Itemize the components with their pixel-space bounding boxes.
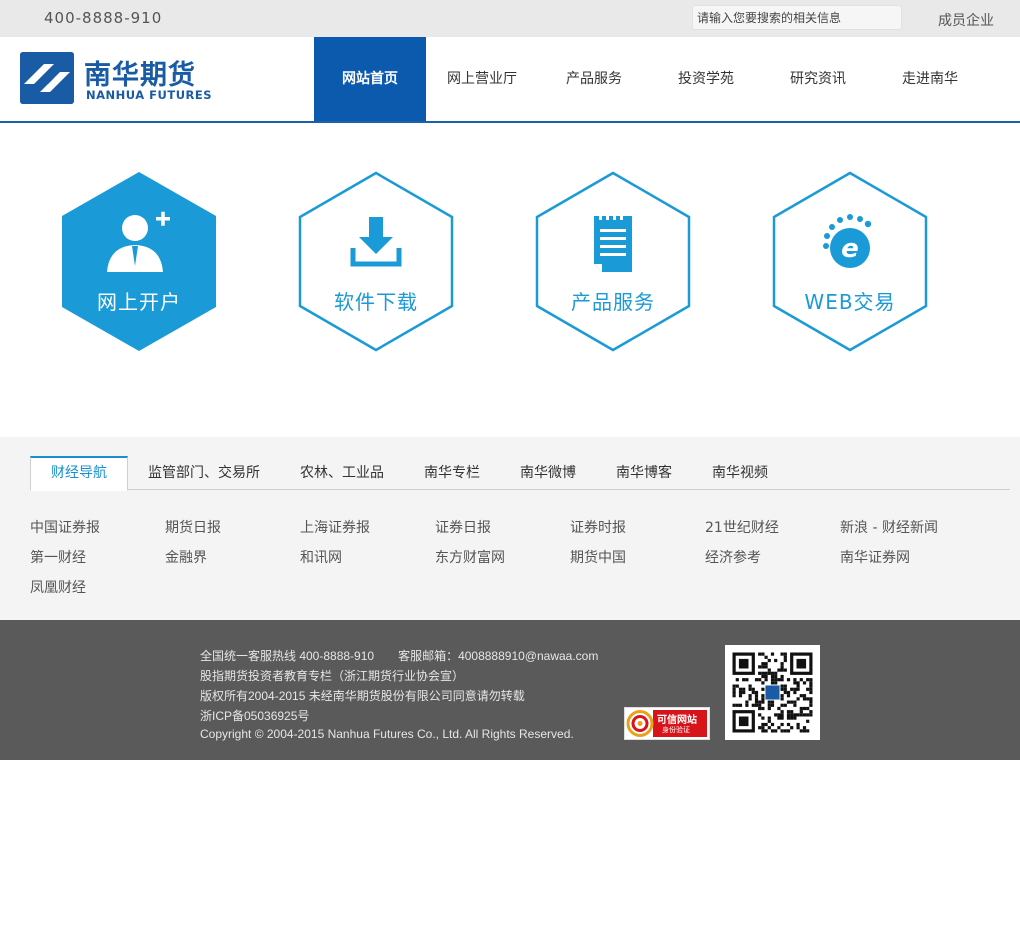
search-input[interactable]	[693, 6, 901, 29]
nav-academy[interactable]: 投资学苑	[650, 37, 762, 121]
tile-label: 产品服务	[571, 290, 655, 314]
download-icon	[336, 210, 416, 274]
logo[interactable]: 南华期货 NANHUA FUTURES	[20, 51, 213, 107]
tab-nanhua-blog[interactable]: 南华博客	[616, 456, 672, 490]
nav-products[interactable]: 产品服务	[538, 37, 650, 121]
tile-label: WEB交易	[804, 290, 896, 314]
footer-copyright-en: Copyright © 2004-2015 Nanhua Futures Co.…	[200, 727, 574, 741]
brand-name-cn: 南华期货	[84, 60, 196, 91]
nav-home[interactable]: 网站首页	[314, 37, 426, 121]
user-add-icon	[99, 210, 179, 274]
site-footer: 全国统一客服热线 400-8888-910 客服邮箱：4008888910@na…	[0, 620, 1020, 760]
footer-copyright-cn: 版权所有2004-2015 未经南华期货股份有限公司同意请勿转载	[200, 689, 525, 703]
tile-label: 软件下载	[334, 290, 418, 314]
link-item[interactable]: 中国证券报	[30, 517, 100, 537]
tile-web-trade[interactable]: e WEB交易	[770, 170, 930, 353]
links-panel: 财经导航 监管部门、交易所 农林、工业品 南华专栏 南华微博 南华博客 南华视频…	[0, 437, 1020, 620]
tab-nanhua-weibo[interactable]: 南华微博	[520, 456, 576, 490]
top-bar: 400-8888-910 成员企业	[0, 0, 1020, 37]
hotline-number: 400-8888-910	[44, 9, 163, 27]
link-item[interactable]: 上海证券报	[300, 517, 370, 537]
links-tabs: 财经导航 监管部门、交易所 农林、工业品 南华专栏 南华微博 南华博客 南华视频	[30, 456, 1010, 491]
link-item[interactable]: 东方财富网	[435, 547, 505, 567]
badge-text: 可信网站	[657, 715, 697, 726]
nav-about[interactable]: 走进南华	[874, 37, 986, 121]
link-item[interactable]: 期货中国	[570, 547, 626, 567]
tile-open-account[interactable]: 网上开户	[59, 170, 219, 353]
member-companies-link[interactable]: 成员企业	[938, 10, 994, 30]
footer-icp[interactable]: 浙ICP备05036925号	[200, 707, 309, 724]
link-item[interactable]: 凤凰财经	[30, 577, 86, 597]
tile-label: 网上开户	[97, 290, 181, 314]
link-item[interactable]: 新浪 - 财经新闻	[840, 517, 938, 537]
svg-text:e: e	[841, 234, 859, 264]
site-header: 南华期货 NANHUA FUTURES 网站首页 网上营业厅 产品服务 投资学苑…	[0, 37, 1020, 123]
link-item[interactable]: 和讯网	[300, 547, 342, 567]
link-item[interactable]: 金融界	[165, 547, 207, 567]
logo-mark-icon	[20, 52, 74, 104]
notepad-icon	[573, 210, 653, 274]
link-item[interactable]: 21世纪财经	[705, 517, 779, 537]
nav-research[interactable]: 研究资讯	[762, 37, 874, 121]
badge-subtext: 身份验证	[662, 726, 690, 734]
tab-nanhua-video[interactable]: 南华视频	[712, 456, 768, 490]
trusted-site-badge[interactable]: 可信网站 身份验证	[624, 707, 710, 740]
tab-regulators[interactable]: 监管部门、交易所	[148, 456, 260, 490]
footer-education-link[interactable]: 股指期货投资者教育专栏（浙江期货行业协会宣）	[200, 667, 464, 684]
nav-online-hall[interactable]: 网上营业厅	[426, 37, 538, 121]
tab-nanhua-column[interactable]: 南华专栏	[424, 456, 480, 490]
footer-contact: 全国统一客服热线 400-8888-910 客服邮箱：4008888910@na…	[200, 649, 599, 663]
tab-finance-nav[interactable]: 财经导航	[30, 456, 128, 491]
link-item[interactable]: 证券日报	[435, 517, 491, 537]
web-e-icon: e	[810, 210, 890, 274]
link-item[interactable]: 期货日报	[165, 517, 221, 537]
link-item[interactable]: 证券时报	[570, 517, 626, 537]
brand-name-en: NANHUA FUTURES	[86, 88, 213, 102]
tile-product-service[interactable]: 产品服务	[533, 170, 693, 353]
main-nav: 网站首页 网上营业厅 产品服务 投资学苑 研究资讯 走进南华	[314, 37, 986, 121]
link-item[interactable]: 第一财经	[30, 547, 86, 567]
qr-code	[725, 645, 820, 740]
tab-agri-industrial[interactable]: 农林、工业品	[300, 456, 384, 490]
search-box[interactable]	[692, 5, 902, 30]
tile-software-download[interactable]: 软件下载	[296, 170, 456, 353]
link-item[interactable]: 南华证券网	[840, 547, 910, 567]
link-item[interactable]: 经济参考	[705, 547, 761, 567]
